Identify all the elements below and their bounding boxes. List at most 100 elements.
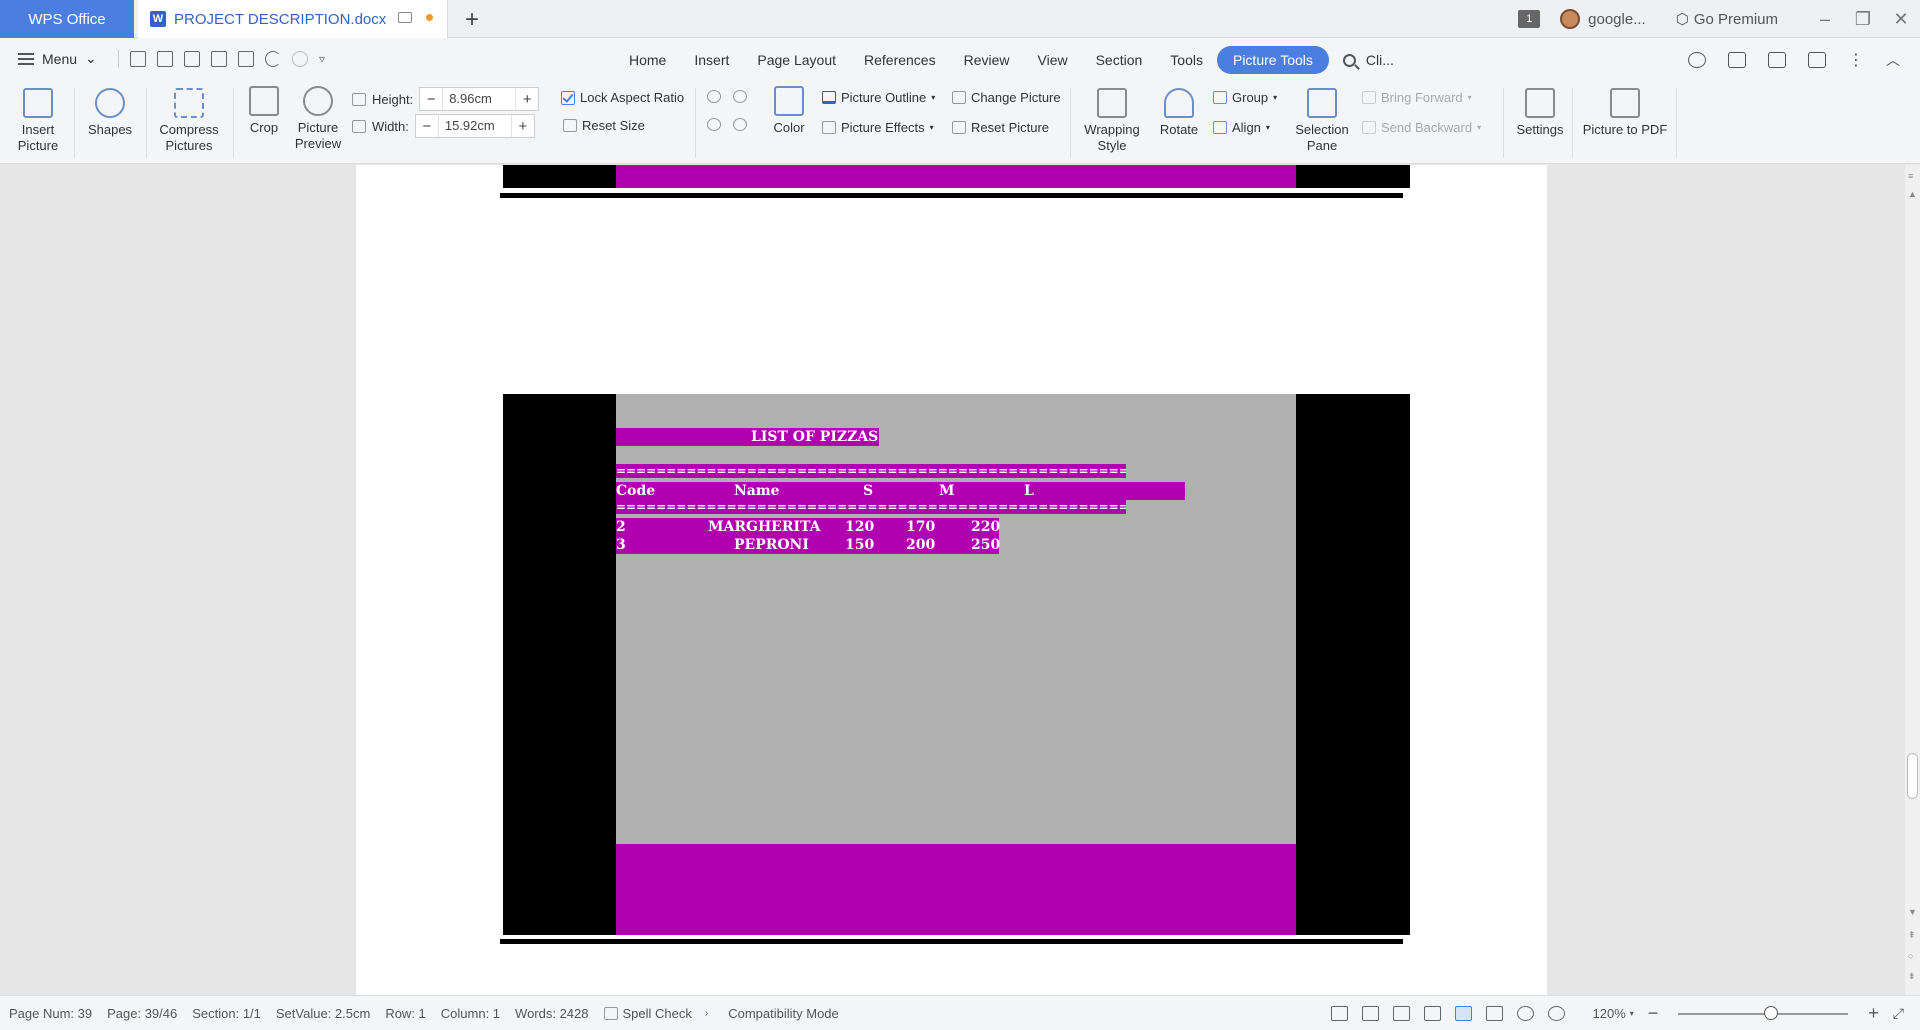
more-options-icon[interactable]: ⋮ xyxy=(1848,50,1864,70)
wps-office-tab[interactable]: WPS Office xyxy=(0,0,134,38)
zoom-level[interactable]: 120% xyxy=(1593,1006,1626,1021)
print-preview-icon[interactable] xyxy=(238,51,254,67)
tab-section[interactable]: Section xyxy=(1082,46,1157,74)
collapse-ribbon-icon[interactable]: ︿ xyxy=(1886,50,1900,70)
customize-toolbar-icon[interactable]: ▿ xyxy=(319,52,325,66)
picture-outline-button[interactable]: Picture Outline ▾ xyxy=(822,90,935,105)
change-picture-button[interactable]: Change Picture xyxy=(952,90,1061,105)
tab-picture-tools[interactable]: Picture Tools xyxy=(1216,46,1329,74)
new-tab-plus-icon[interactable]: + xyxy=(465,6,479,34)
tab-tools[interactable]: Tools xyxy=(1156,46,1217,74)
align-button[interactable]: Align ▾ xyxy=(1213,120,1270,135)
picture-to-pdf-button[interactable]: Picture to PDF xyxy=(1580,88,1670,138)
tab-page-layout[interactable]: Page Layout xyxy=(743,46,850,74)
screenshot-image-top[interactable] xyxy=(503,165,1410,188)
undo-icon[interactable] xyxy=(265,51,281,67)
color-button[interactable]: Color xyxy=(764,86,814,136)
rotate-button[interactable]: Rotate xyxy=(1152,88,1206,138)
zoom-slider-knob[interactable] xyxy=(1764,1005,1779,1020)
monitor-icon[interactable] xyxy=(398,12,412,23)
collaborate-icon[interactable] xyxy=(1768,52,1786,68)
increase-contrast-icon[interactable] xyxy=(707,90,721,103)
compress-pictures-button[interactable]: Compress Pictures xyxy=(155,88,223,154)
group-button[interactable]: Group ▾ xyxy=(1213,90,1277,105)
column-indicator[interactable]: Column: 1 xyxy=(441,1006,500,1021)
spell-check-button[interactable]: Spell Check › xyxy=(603,1006,708,1021)
width-increase-button[interactable]: + xyxy=(512,118,534,135)
zoom-slider[interactable] xyxy=(1678,1005,1849,1020)
page-view-icon[interactable] xyxy=(1454,1006,1472,1021)
outline-view-icon[interactable] xyxy=(1485,1006,1503,1021)
tab-insert[interactable]: Insert xyxy=(680,46,743,74)
width-decrease-button[interactable]: − xyxy=(416,118,438,135)
document-tab[interactable]: W PROJECT DESCRIPTION.docx xyxy=(138,0,448,38)
row-indicator[interactable]: Row: 1 xyxy=(385,1006,425,1021)
settings-button[interactable]: Settings xyxy=(1510,88,1570,138)
height-input[interactable]: 8.96cm xyxy=(442,88,517,110)
picture-preview-button[interactable]: Picture Preview xyxy=(292,86,344,152)
export-icon[interactable] xyxy=(1728,52,1746,68)
previous-page-icon[interactable]: ⇞ xyxy=(1908,930,1916,941)
section-indicator[interactable]: Section: 1/1 xyxy=(192,1006,261,1021)
wrapping-style-button[interactable]: Wrapping Style xyxy=(1078,88,1146,154)
decrease-contrast-icon[interactable] xyxy=(733,90,747,103)
command-search[interactable]: Cli... xyxy=(1329,46,1408,74)
scroll-up-icon[interactable]: ▲ xyxy=(1908,189,1917,199)
scroll-down-icon[interactable]: ▼ xyxy=(1908,907,1917,917)
scroll-top-icon[interactable]: ≡ xyxy=(1908,171,1913,181)
document-canvas[interactable]: LIST OF PIZZAS =========================… xyxy=(0,165,1905,995)
save-icon[interactable] xyxy=(157,51,173,67)
navigation-pane-icon[interactable] xyxy=(1361,1006,1379,1021)
tab-view[interactable]: View xyxy=(1024,46,1082,74)
increase-brightness-icon[interactable] xyxy=(707,118,721,131)
send-backward-button[interactable]: Send Backward ▾ xyxy=(1362,120,1481,135)
restore-icon[interactable]: ❐ xyxy=(1844,9,1882,30)
picture-effects-button[interactable]: Picture Effects ▾ xyxy=(822,120,934,135)
scrollbar-thumb[interactable] xyxy=(1907,753,1918,799)
select-browse-object-icon[interactable]: ○ xyxy=(1908,951,1913,961)
word-count[interactable]: Words: 2428 xyxy=(515,1006,588,1021)
document-page[interactable]: LIST OF PIZZAS =========================… xyxy=(356,165,1547,995)
window-count-badge[interactable]: 1 xyxy=(1518,10,1541,28)
avatar[interactable] xyxy=(1560,9,1581,29)
zoom-in-icon[interactable]: + xyxy=(1868,1003,1879,1024)
focus-mode-icon[interactable] xyxy=(1330,1006,1348,1021)
menu-button[interactable]: Menu ⌄ xyxy=(18,50,97,67)
zoom-out-icon[interactable]: − xyxy=(1648,1003,1659,1024)
full-screen-icon[interactable] xyxy=(1392,1006,1410,1021)
fit-window-icon[interactable]: ⤢ xyxy=(1893,1005,1904,1022)
print-icon[interactable] xyxy=(211,51,227,67)
decrease-brightness-icon[interactable] xyxy=(733,118,747,131)
web-layout-icon[interactable] xyxy=(1516,1006,1534,1021)
height-increase-button[interactable]: + xyxy=(516,91,538,108)
height-decrease-button[interactable]: − xyxy=(420,91,442,108)
screenshot-image-pizzas[interactable]: LIST OF PIZZAS =========================… xyxy=(503,394,1410,935)
vertical-scrollbar[interactable]: ≡ ▲ ▼ ⇞ ○ ⇟ xyxy=(1905,165,1920,995)
redo-icon[interactable] xyxy=(292,51,308,67)
account-name[interactable]: google... xyxy=(1588,11,1646,28)
set-value[interactable]: SetValue: 2.5cm xyxy=(276,1006,370,1021)
bring-forward-button[interactable]: Bring Forward ▾ xyxy=(1362,90,1472,105)
close-icon[interactable]: ✕ xyxy=(1882,9,1920,30)
tab-review[interactable]: Review xyxy=(950,46,1024,74)
crop-button[interactable]: Crop xyxy=(242,86,286,136)
comment-icon[interactable] xyxy=(1808,52,1826,68)
eye-protection-icon[interactable] xyxy=(1547,1006,1565,1021)
go-premium-button[interactable]: ⬡ Go Premium xyxy=(1676,10,1778,29)
share-user-icon[interactable] xyxy=(1688,52,1706,68)
tab-references[interactable]: References xyxy=(850,46,950,74)
format-painter-icon[interactable] xyxy=(184,51,200,67)
selection-pane-button[interactable]: Selection Pane xyxy=(1292,88,1352,154)
zoom-dropdown-icon[interactable]: ▾ xyxy=(1630,1009,1634,1018)
insert-picture-button[interactable]: Insert Picture xyxy=(12,88,64,154)
reading-mode-icon[interactable] xyxy=(1423,1006,1441,1021)
minimize-icon[interactable]: – xyxy=(1806,9,1844,30)
shapes-button[interactable]: Shapes xyxy=(84,88,136,138)
next-page-icon[interactable]: ⇟ xyxy=(1908,971,1916,982)
page-count[interactable]: Page: 39/46 xyxy=(107,1006,177,1021)
open-folder-icon[interactable] xyxy=(130,51,146,67)
tab-home[interactable]: Home xyxy=(615,46,680,74)
width-input[interactable]: 15.92cm xyxy=(437,115,512,137)
reset-size-button[interactable]: Reset Size xyxy=(563,118,645,133)
lock-aspect-ratio-checkbox[interactable]: Lock Aspect Ratio xyxy=(561,90,684,105)
